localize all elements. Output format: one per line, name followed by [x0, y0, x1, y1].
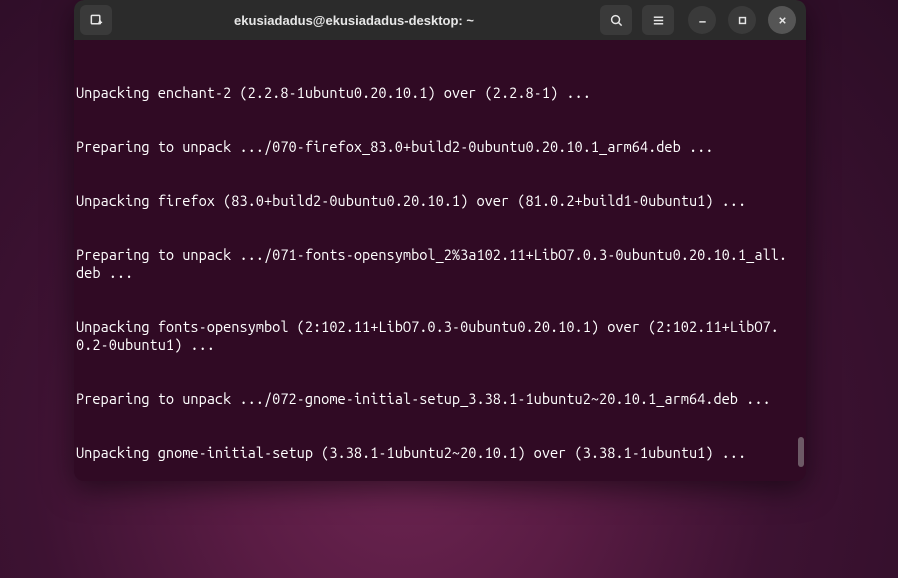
maximize-button[interactable] [728, 6, 756, 34]
window-title: ekusiadadus@ekusiadadus-desktop: ~ [118, 13, 590, 28]
search-button[interactable] [600, 5, 632, 35]
terminal-line: Unpacking enchant-2 (2.2.8-1ubuntu0.20.1… [76, 84, 794, 102]
terminal-content: Unpacking enchant-2 (2.2.8-1ubuntu0.20.1… [76, 48, 794, 481]
terminal-window: ekusiadadus@ekusiadadus-desktop: ~ [74, 0, 806, 481]
new-tab-icon [89, 13, 104, 28]
close-icon [777, 15, 788, 26]
minimize-icon [697, 15, 708, 26]
search-icon [609, 13, 624, 28]
hamburger-icon [651, 13, 666, 28]
desktop-background: ekusiadadus@ekusiadadus-desktop: ~ [0, 0, 898, 578]
terminal-line: Preparing to unpack .../070-firefox_83.0… [76, 138, 794, 156]
maximize-icon [737, 15, 748, 26]
menu-button[interactable] [642, 5, 674, 35]
minimize-button[interactable] [688, 6, 716, 34]
terminal-line: Unpacking firefox (83.0+build2-0ubuntu0.… [76, 192, 794, 210]
terminal-scrollbar[interactable] [798, 437, 804, 467]
terminal-line: Preparing to unpack .../071-fonts-opensy… [76, 246, 794, 282]
close-button[interactable] [768, 6, 796, 34]
titlebar: ekusiadadus@ekusiadadus-desktop: ~ [74, 0, 806, 40]
terminal-line: Unpacking gnome-initial-setup (3.38.1-1u… [76, 444, 794, 462]
terminal-line: Unpacking fonts-opensymbol (2:102.11+Lib… [76, 318, 794, 354]
terminal-line: Preparing to unpack .../072-gnome-initia… [76, 390, 794, 408]
terminal-viewport[interactable]: Unpacking enchant-2 (2.2.8-1ubuntu0.20.1… [74, 40, 806, 481]
new-tab-button[interactable] [80, 5, 112, 35]
